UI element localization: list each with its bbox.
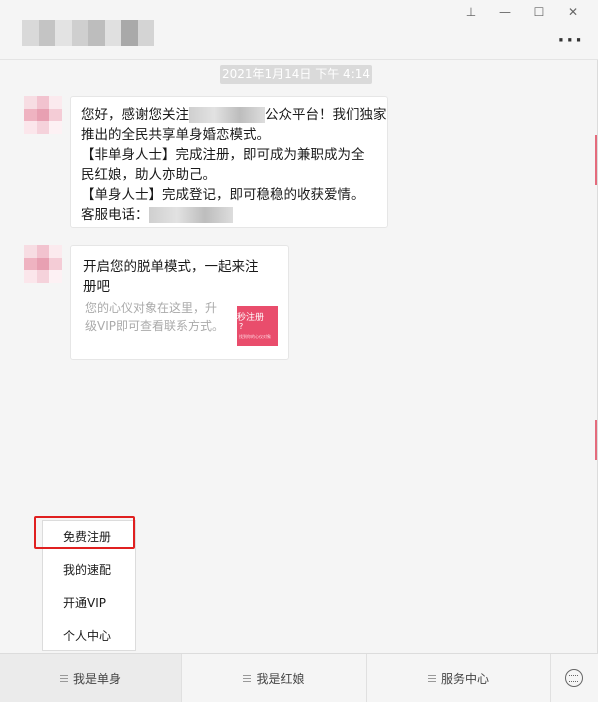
close-icon[interactable]: ✕ [556,2,590,22]
tab-label: 我是单身 [72,671,121,686]
maximize-icon[interactable]: ☐ [522,2,556,22]
register-link-card[interactable]: 开启您的脱单模式，一起来注册吧 您的心仪对象在这里，升级VIP即可查看联系方式。… [70,245,289,360]
redacted-phone [148,207,233,223]
keyboard-icon [565,669,583,687]
menu-icon [59,673,68,684]
background-window-edge [595,135,597,185]
keyboard-toggle-button[interactable] [551,654,597,702]
bottom-menu-bar: 我是单身 我是红娘 服务中心 [0,653,598,702]
window-controls: ⊥ — ☐ ✕ [454,2,590,22]
menu-item-my-match[interactable]: 我的速配 [43,554,135,587]
pin-icon[interactable]: ⊥ [454,2,488,22]
message-text: 您好，感谢您关注 [81,107,189,123]
tab-service-center[interactable]: 服务中心 [367,654,551,702]
chat-window: ⊥ — ☐ ✕ ··· 2021年1月14日 下午 4:14 您好，感谢您关注 公… [0,0,598,702]
tab-single[interactable]: 我是单身 [0,654,182,702]
card-description: 您的心仪对象在这里，升级VIP即可查看联系方式。 [85,301,224,333]
message-text: 推出的全民共享单身婚恋模式。 [81,127,270,143]
redacted-name [189,107,265,123]
message-text: 【单身人士】完成登记，即可稳稳的收获爱情。 [81,187,365,203]
tab-matchmaker[interactable]: 我是红娘 [182,654,367,702]
menu-icon [427,673,436,684]
thumbnail-text: ? [239,322,244,331]
submenu-popup: 免费注册 我的速配 开通VIP 个人中心 [42,520,136,651]
message-text: 公众平台！我们独家 [265,107,387,123]
tab-label: 我是红娘 [256,671,305,686]
menu-item-personal-center[interactable]: 个人中心 [43,620,135,653]
avatar[interactable] [24,245,62,283]
background-window-edge [595,420,597,460]
welcome-message-bubble: 您好，感谢您关注 公众平台！我们独家 推出的全民共享单身婚恋模式。 【非单身人士】… [70,96,388,228]
more-options-icon[interactable]: ··· [557,30,584,51]
message-text: 民红娘，助人亦助己。 [81,167,216,183]
menu-icon [243,673,252,684]
phone-label: 客服电话： [81,207,149,223]
tab-label: 服务中心 [440,671,489,686]
card-title: 开启您的脱单模式，一起来注册吧 [83,259,259,295]
card-thumbnail: 秒注册 ? 找到你的心仪对象 [237,306,278,346]
title-bar: ⊥ — ☐ ✕ ··· [0,0,598,60]
message-timestamp: 2021年1月14日 下午 4:14 [220,65,372,84]
avatar[interactable] [24,96,62,134]
thumbnail-text: 找到你的心仪对象 [239,334,271,339]
account-name-blurred [22,20,154,46]
message-text: 【非单身人士】完成注册，即可成为兼职成为全 [81,147,365,163]
menu-item-open-vip[interactable]: 开通VIP [43,587,135,620]
menu-item-free-register[interactable]: 免费注册 [43,521,135,554]
minimize-icon[interactable]: — [488,2,522,22]
